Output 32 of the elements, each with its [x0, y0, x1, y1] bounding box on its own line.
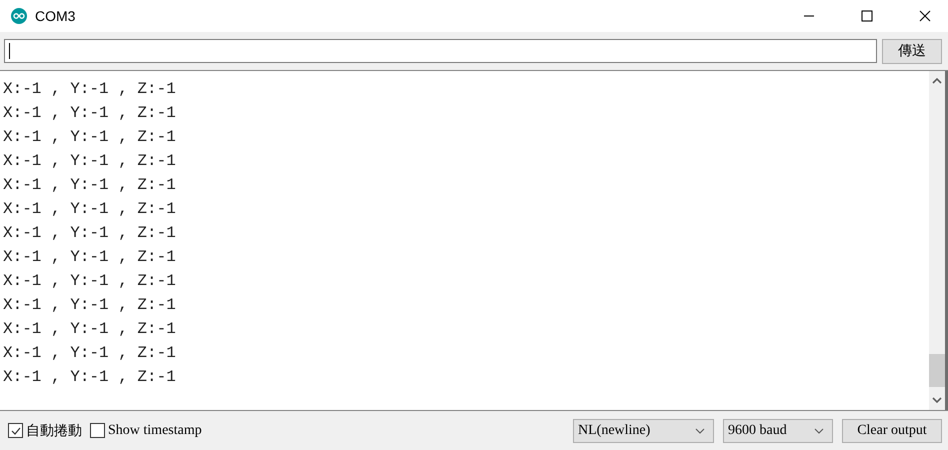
baud-rate-dropdown[interactable]: 9600 baud [723, 418, 833, 442]
output-line: X:-1 , Y:-1 , Z:-1 [3, 127, 177, 148]
output-line: X:-1 , Y:-1 , Z:-1 [3, 175, 177, 196]
send-button[interactable]: 傳送 [882, 38, 942, 64]
checkbox[interactable] [90, 423, 105, 438]
checkbox[interactable] [8, 423, 23, 438]
output-line: X:-1 , Y:-1 , Z:-1 [3, 343, 177, 364]
output-line: X:-1 , Y:-1 , Z:-1 [3, 79, 177, 100]
scrollbar-thumb[interactable] [929, 354, 945, 387]
window-title: COM3 [35, 8, 76, 24]
checkbox-label[interactable]: Show timestamp [108, 422, 202, 438]
output-line: X:-1 , Y:-1 , Z:-1 [3, 247, 177, 268]
clear-output-button[interactable]: Clear output [842, 418, 942, 442]
output-line: X:-1 , Y:-1 , Z:-1 [3, 199, 177, 220]
output-line: X:-1 , Y:-1 , Z:-1 [3, 271, 177, 292]
message-input-field[interactable] [4, 39, 877, 63]
checkbox-label[interactable]: 自動捲動 [26, 422, 82, 440]
output-line: X:-1 , Y:-1 , Z:-1 [3, 223, 177, 244]
chevron-down-icon [814, 428, 824, 434]
output-line: X:-1 , Y:-1 , Z:-1 [3, 367, 177, 388]
app-logo-icon [11, 8, 27, 24]
output-line: X:-1 , Y:-1 , Z:-1 [3, 319, 177, 340]
close-icon[interactable] [919, 10, 931, 22]
output-line: X:-1 , Y:-1 , Z:-1 [3, 103, 177, 124]
scroll-up-icon[interactable] [932, 78, 942, 84]
scroll-down-icon[interactable] [932, 397, 942, 403]
line-ending-dropdown[interactable]: NL(newline) [573, 418, 714, 442]
output-line: X:-1 , Y:-1 , Z:-1 [3, 151, 177, 172]
chevron-down-icon [695, 428, 705, 434]
maximize-icon[interactable] [861, 10, 873, 22]
scrollbar[interactable] [929, 71, 948, 410]
output-line: X:-1 , Y:-1 , Z:-1 [3, 295, 177, 316]
